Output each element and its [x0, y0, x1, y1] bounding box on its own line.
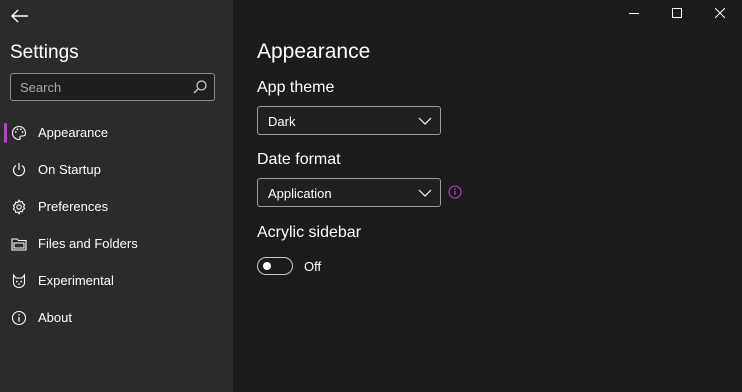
- date-format-value: Application: [268, 186, 332, 201]
- sidebar-item-about[interactable]: About: [0, 301, 233, 335]
- sidebar-item-label: Experimental: [38, 273, 114, 288]
- sidebar-item-label: On Startup: [38, 162, 101, 177]
- app-theme-dropdown[interactable]: Dark: [257, 106, 441, 135]
- maximize-icon: [672, 8, 682, 18]
- maximize-button[interactable]: [655, 0, 699, 26]
- sidebar-item-preferences[interactable]: Preferences: [0, 190, 233, 224]
- app-theme-value: Dark: [268, 114, 296, 129]
- folder-icon: [11, 238, 27, 251]
- minimize-button[interactable]: [612, 0, 656, 26]
- back-button[interactable]: [8, 4, 32, 28]
- search-input[interactable]: [11, 74, 186, 100]
- sidebar-item-files-and-folders[interactable]: Files and Folders: [0, 227, 233, 261]
- page-title: Appearance: [257, 40, 371, 63]
- selection-indicator: [4, 123, 7, 143]
- chevron-down-icon: [418, 189, 432, 197]
- date-format-label: Date format: [257, 151, 341, 168]
- acrylic-sidebar-toggle[interactable]: [257, 257, 293, 275]
- acrylic-sidebar-state: Off: [304, 259, 322, 274]
- app-theme-label: App theme: [257, 79, 335, 96]
- sidebar-item-label: Files and Folders: [38, 236, 138, 251]
- search-box[interactable]: [10, 73, 215, 101]
- chevron-down-icon: [418, 117, 432, 125]
- acrylic-sidebar-label: Acrylic sidebar: [257, 224, 362, 241]
- sidebar: Settings Appearance On Startup: [0, 0, 233, 392]
- sidebar-item-label: Appearance: [38, 125, 109, 140]
- sidebar-item-on-startup[interactable]: On Startup: [0, 153, 233, 187]
- minimize-icon: [629, 13, 639, 14]
- search-icon[interactable]: [192, 79, 208, 95]
- sidebar-item-experimental[interactable]: Experimental: [0, 264, 233, 298]
- palette-icon: [11, 125, 27, 141]
- back-arrow-icon: [11, 9, 28, 23]
- toggle-knob: [263, 262, 271, 270]
- date-format-dropdown[interactable]: Application: [257, 178, 441, 207]
- sidebar-item-label: Preferences: [38, 199, 109, 214]
- sidebar-item-appearance[interactable]: Appearance: [0, 116, 233, 150]
- info-icon: [11, 310, 27, 326]
- gear-icon: [12, 199, 26, 215]
- close-button[interactable]: [698, 0, 742, 26]
- date-format-info-icon[interactable]: [448, 185, 462, 199]
- power-icon: [12, 163, 26, 177]
- cat-icon: [12, 273, 26, 289]
- settings-title: Settings: [10, 42, 79, 63]
- close-icon: [715, 8, 725, 18]
- sidebar-item-label: About: [38, 310, 72, 325]
